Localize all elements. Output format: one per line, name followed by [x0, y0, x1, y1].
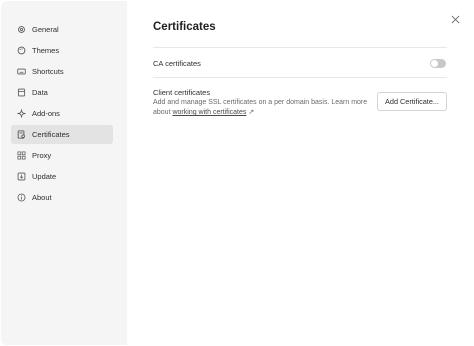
sidebar-item-update[interactable]: Update — [11, 167, 113, 186]
divider — [153, 47, 447, 48]
certificate-icon — [17, 130, 26, 139]
sidebar-item-general[interactable]: General — [11, 20, 113, 39]
keyboard-icon — [17, 67, 26, 76]
proxy-icon — [17, 151, 26, 160]
add-certificate-button[interactable]: Add Certificate... — [377, 92, 447, 111]
sidebar-item-label: General — [32, 25, 59, 34]
page-title: Certificates — [153, 21, 216, 33]
divider — [153, 77, 447, 78]
sidebar-item-data[interactable]: Data — [11, 83, 113, 102]
toggle-knob — [431, 60, 438, 67]
sidebar-item-label: Update — [32, 172, 57, 181]
ca-certificates-toggle[interactable] — [430, 59, 446, 68]
close-button[interactable] — [449, 13, 462, 26]
palette-icon — [17, 46, 26, 55]
sidebar-item-label: Proxy — [32, 151, 52, 160]
close-icon — [451, 15, 460, 24]
database-icon — [17, 88, 26, 97]
sidebar-item-certificates[interactable]: Certificates — [11, 125, 113, 144]
sidebar-item-shortcuts[interactable]: Shortcuts — [11, 62, 113, 81]
sidebar-item-label: Themes — [32, 46, 60, 55]
info-icon — [17, 193, 26, 202]
sidebar-item-proxy[interactable]: Proxy — [11, 146, 113, 165]
sidebar-item-label: Shortcuts — [32, 67, 64, 76]
sidebar-item-label: About — [32, 193, 52, 202]
client-certificates-label: Client certificates — [153, 88, 211, 97]
sidebar-item-add-ons[interactable]: Add-ons — [11, 104, 113, 123]
external-link-icon: ↗ — [248, 109, 255, 116]
sidebar: General Themes Shortcuts Data Add-ons Ce… — [1, 1, 127, 345]
ca-certificates-label: CA certificates — [153, 59, 201, 68]
update-icon — [17, 172, 26, 181]
sidebar-item-label: Add-ons — [32, 109, 60, 118]
working-with-certificates-link[interactable]: working with certificates — [172, 109, 246, 116]
sidebar-item-label: Certificates — [32, 130, 70, 139]
gear-icon — [17, 25, 26, 34]
sparkle-icon — [17, 109, 26, 118]
sidebar-item-themes[interactable]: Themes — [11, 41, 113, 60]
settings-window: General Themes Shortcuts Data Add-ons Ce… — [1, 1, 473, 345]
sidebar-item-about[interactable]: About — [11, 188, 113, 207]
sidebar-item-label: Data — [32, 88, 48, 97]
client-certificates-description: Add and manage SSL certificates on a per… — [153, 98, 368, 118]
